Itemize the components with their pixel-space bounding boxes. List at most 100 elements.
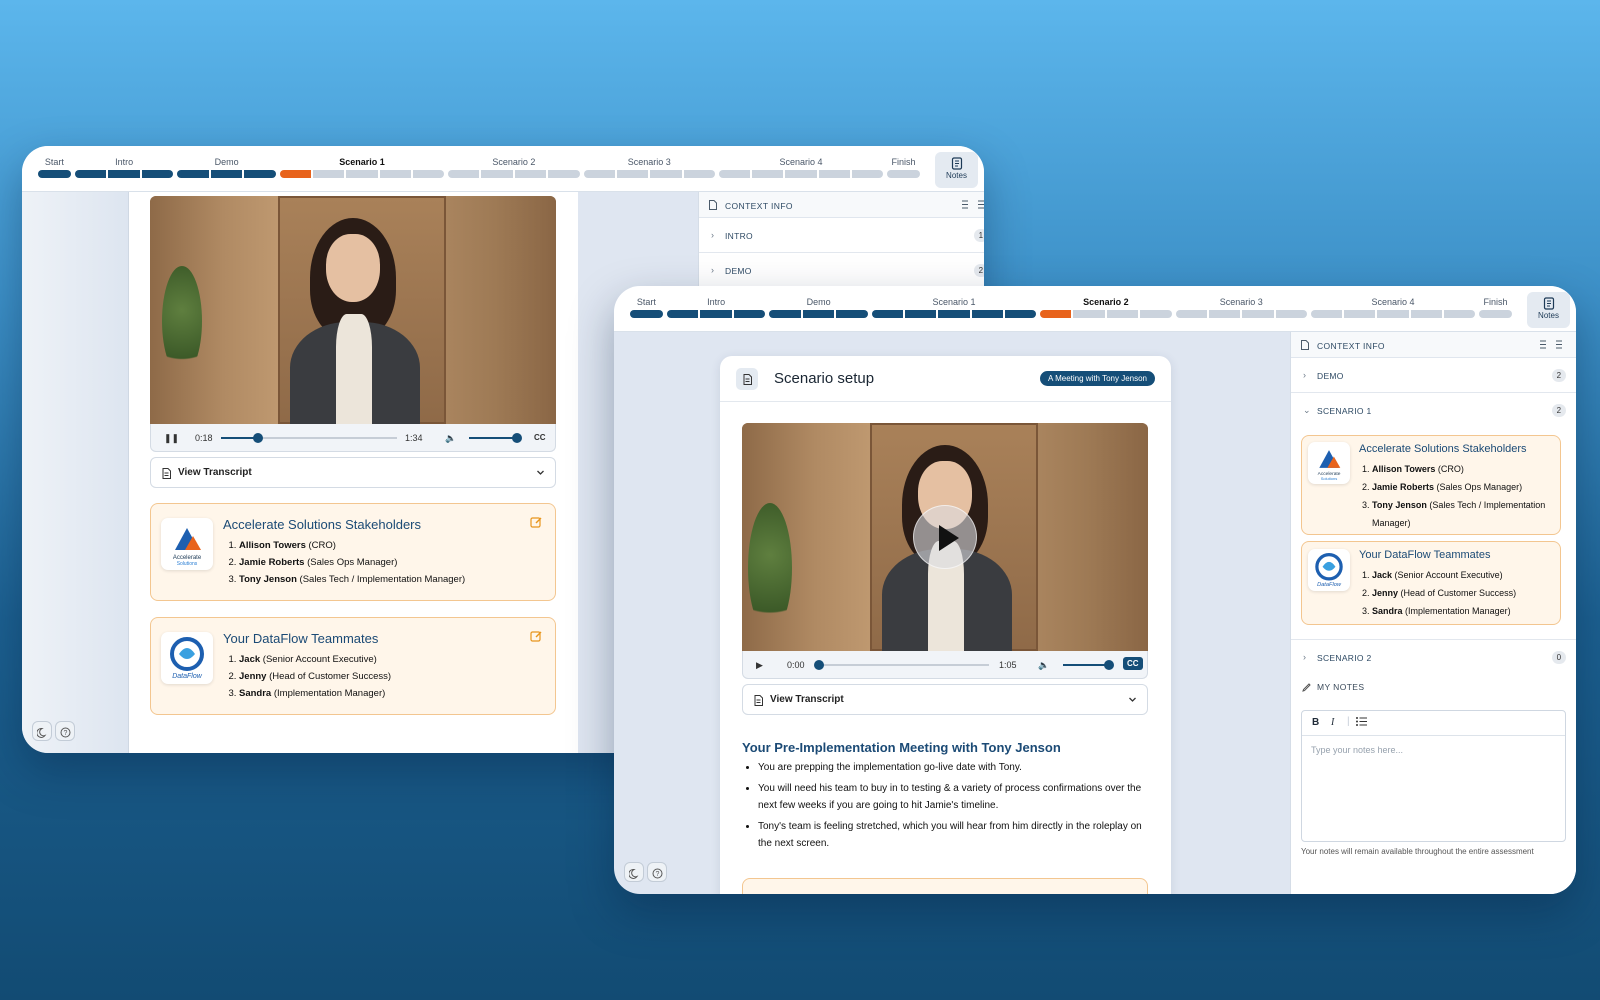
- stakeholders-card: Accelerate Solutions Accelerate Solutions…: [150, 503, 556, 601]
- stage-start: Start: [630, 296, 663, 322]
- volume-slider[interactable]: [1063, 664, 1109, 666]
- notes-button[interactable]: Notes: [935, 152, 978, 188]
- bullet-list-button[interactable]: [1356, 717, 1367, 729]
- notebook-icon: [951, 157, 962, 170]
- expand-collapse-icons[interactable]: [962, 200, 984, 209]
- seek-handle[interactable]: [814, 660, 824, 670]
- stage-label: Start: [44, 157, 64, 167]
- seek-bar[interactable]: [221, 437, 397, 439]
- stage-segment: [548, 170, 580, 178]
- stage-segment: [718, 170, 751, 178]
- stage-scenario-2: Scenario 2: [1040, 296, 1172, 322]
- stage-label: Scenario 4: [779, 157, 823, 167]
- stage-segment: [785, 170, 817, 178]
- stage-segment: [38, 170, 71, 178]
- context-row-demo[interactable]: › DEMO 2: [1291, 358, 1576, 393]
- stage-segment: [1377, 310, 1409, 318]
- stage-label: Scenario 1: [932, 297, 976, 307]
- view-transcript-button[interactable]: View Transcript: [150, 457, 556, 488]
- dark-mode-toggle[interactable]: [32, 721, 52, 741]
- video-player[interactable]: [150, 196, 556, 424]
- context-row-scenario-1[interactable]: ⌄ SCENARIO 12: [1291, 393, 1576, 428]
- stage-label: Scenario 3: [627, 157, 671, 167]
- edit-icon[interactable]: [530, 516, 543, 529]
- teammate-list: Jack (Senior Account Executive) Jenny (H…: [239, 651, 391, 702]
- stage-label: Demo: [806, 297, 831, 307]
- utility-buttons: ?: [32, 721, 78, 743]
- count-badge: 2: [1552, 404, 1566, 417]
- stage-segment: [871, 310, 904, 318]
- stakeholder-list: Allison Towers (CRO) Jamie Roberts (Sale…: [239, 537, 465, 588]
- video-controls: ▶ 0:00 1:05 🔈 CC: [742, 651, 1148, 679]
- stage-segment: [1310, 310, 1343, 318]
- context-info-title: CONTEXT INFO: [725, 201, 793, 211]
- help-button[interactable]: ?: [55, 721, 75, 741]
- stage-segment: [700, 310, 732, 318]
- volume-slider[interactable]: [469, 437, 515, 439]
- chevron-down-icon: ⌄: [1303, 405, 1311, 415]
- moon-icon: [627, 868, 638, 879]
- stage-segment: [836, 310, 868, 318]
- utility-buttons: ?: [624, 862, 670, 884]
- list-item: Sandra (Implementation Manager): [1372, 602, 1552, 620]
- dark-mode-toggle[interactable]: [624, 862, 644, 882]
- moon-icon: [35, 727, 46, 738]
- stage-segment: [1208, 310, 1241, 318]
- document-icon: [709, 200, 717, 210]
- bold-button[interactable]: B: [1312, 717, 1319, 728]
- play-overlay-button[interactable]: [913, 505, 977, 569]
- volume-handle[interactable]: [1104, 660, 1114, 670]
- notes-button[interactable]: Notes: [1527, 292, 1570, 328]
- list-item: Tony's team is feeling stretched, which …: [758, 818, 1153, 852]
- stage-segment: [1479, 310, 1512, 318]
- volume-icon[interactable]: 🔈: [445, 433, 456, 444]
- context-row-demo[interactable]: › DEMO 2: [699, 253, 984, 288]
- video-player[interactable]: [742, 423, 1148, 651]
- pause-icon[interactable]: ❚❚: [164, 433, 179, 444]
- chevron-right-icon: ›: [711, 265, 715, 275]
- context-row-scenario-2[interactable]: › SCENARIO 20: [1291, 640, 1576, 675]
- stage-segment: [938, 310, 970, 318]
- scenario-1-content: Accelerate Solutions Accelerate Solutions…: [1291, 428, 1576, 640]
- captions-button[interactable]: CC: [534, 433, 546, 442]
- stage-segment: [1004, 310, 1037, 318]
- stage-scenario-3: Scenario 3: [1175, 296, 1307, 322]
- italic-button[interactable]: I: [1331, 717, 1334, 728]
- stage-segment: [733, 310, 766, 318]
- card-title: Your DataFlow Teammates: [1359, 549, 1491, 561]
- notes-editor[interactable]: B I | Type your notes here...: [1301, 710, 1566, 842]
- stage-finish: Finish: [1479, 296, 1512, 322]
- volume-handle[interactable]: [512, 433, 522, 443]
- seek-bar[interactable]: [819, 664, 989, 666]
- context-info-header: CONTEXT INFO: [1291, 332, 1576, 358]
- left-gutter: [22, 192, 129, 753]
- edit-icon[interactable]: [530, 630, 543, 643]
- stage-scenario-3: Scenario 3: [583, 156, 715, 182]
- view-transcript-button[interactable]: View Transcript: [742, 684, 1148, 715]
- help-button[interactable]: ?: [647, 862, 667, 882]
- svg-text:Solutions: Solutions: [177, 561, 198, 567]
- expand-collapse-icons[interactable]: [1540, 340, 1566, 349]
- plant: [162, 266, 202, 376]
- count-badge: 0: [1552, 651, 1566, 664]
- card-title: Accelerate Solutions Stakeholders: [1359, 443, 1527, 455]
- stage-progress: Start Intro Demo Scenario 1 Scenario 2 Scenar…: [38, 156, 920, 182]
- captions-button[interactable]: CC: [1123, 657, 1143, 670]
- list-item: You are prepping the implementation go-l…: [758, 759, 1153, 776]
- context-row-intro[interactable]: › INTRO 1: [699, 218, 984, 253]
- list-item: Jack (Senior Account Executive): [239, 651, 391, 668]
- stakeholders-card: Accelerate Solutions Accelerate Solutions…: [1301, 435, 1561, 535]
- notes-label: Notes: [1538, 311, 1559, 320]
- seek-handle[interactable]: [252, 433, 263, 443]
- stage-label: Finish: [1483, 297, 1508, 307]
- list-item: Jenny (Head of Customer Success): [1372, 584, 1552, 602]
- list-item: You will need his team to buy in to test…: [758, 780, 1153, 814]
- stage-intro: Intro: [74, 156, 174, 182]
- stage-segment: [313, 170, 345, 178]
- play-icon[interactable]: ▶: [756, 660, 763, 671]
- chevron-down-icon: [537, 470, 544, 475]
- stage-segment: [666, 310, 699, 318]
- stage-scenario-4: Scenario 4: [718, 156, 884, 182]
- stage-progress: Start Intro Demo Scenario 1 Scenario 2 Scenar…: [630, 296, 1512, 322]
- volume-icon[interactable]: 🔈: [1038, 660, 1049, 671]
